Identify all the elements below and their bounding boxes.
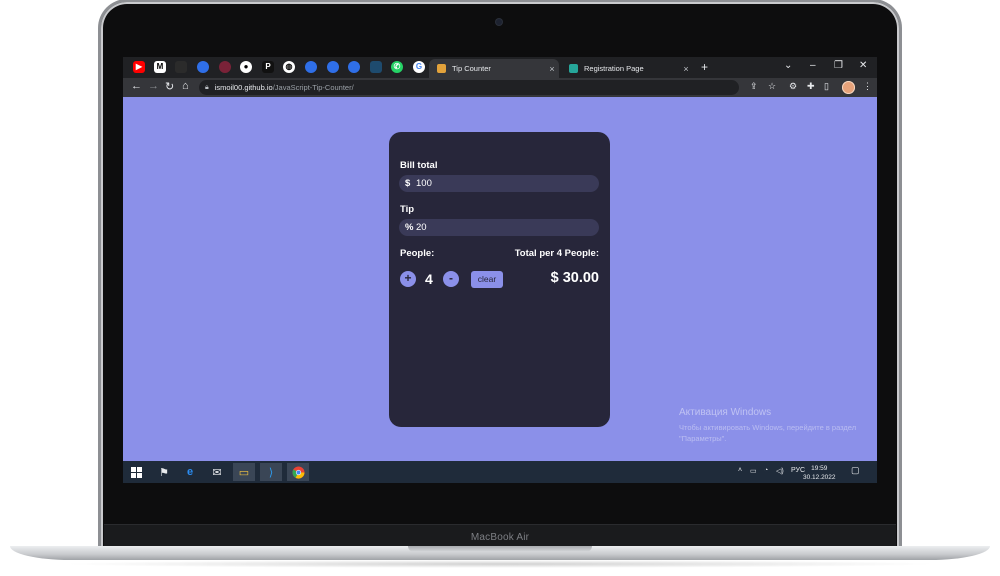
pinned-tab-icon[interactable]: P (262, 61, 274, 73)
extension-icon[interactable]: ⚙ (789, 81, 797, 92)
side-panel-icon[interactable]: ▯ (824, 81, 829, 92)
wifi-icon[interactable]: ◔ (764, 467, 768, 474)
dollar-symbol: $ (405, 178, 411, 189)
bookmark-star-icon[interactable]: ☆ (768, 81, 776, 92)
address-bar[interactable]: 🔒︎ ismoil00.github.io /JavaScript-Tip-Co… (199, 80, 739, 95)
tip-label: Tip (400, 204, 415, 215)
lock-icon: 🔒︎ (205, 83, 209, 91)
percent-symbol: % (405, 222, 414, 233)
google-pinned-tab-icon[interactable]: G (413, 61, 425, 73)
whatsapp-pinned-tab-icon[interactable]: ✆ (391, 61, 403, 73)
laptop-shadow (60, 560, 940, 568)
bill-total-input[interactable] (416, 178, 586, 189)
tab-registration-page[interactable]: Registration Page × (561, 59, 693, 78)
url-path: /JavaScript-Tip-Counter/ (272, 83, 354, 92)
total-per-person-value: $ 30.00 (550, 270, 599, 286)
edge-icon[interactable]: e (179, 463, 201, 481)
battery-icon[interactable]: ▭ (750, 467, 757, 475)
home-icon[interactable]: ⌂ (182, 80, 189, 92)
tray-chevron-icon[interactable]: ˄ (738, 467, 742, 474)
tab-close-icon[interactable]: × (679, 64, 693, 74)
share-icon[interactable]: ⇪ (750, 81, 758, 92)
people-label: People: (400, 248, 435, 259)
tab-search-icon[interactable]: ⌄ (784, 60, 792, 71)
bill-total-field[interactable]: $ (399, 175, 599, 192)
forward-icon[interactable]: → (148, 80, 159, 92)
pinned-tab-icon[interactable] (219, 61, 231, 73)
volume-icon[interactable]: ◁) (776, 467, 784, 475)
clock-time: 19:59 (811, 465, 828, 472)
clear-button[interactable]: clear (471, 271, 503, 288)
url-host: ismoil00.github.io (214, 83, 273, 92)
windows-activation-text: Чтобы активировать Windows, перейдите в … (679, 423, 857, 443)
webcam (496, 19, 502, 25)
tip-field[interactable]: % (399, 219, 599, 236)
clock-date: 30.12.2022 (803, 474, 836, 481)
back-icon[interactable]: ← (131, 80, 142, 92)
laptop-hinge-notch (408, 546, 592, 552)
registration-favicon-icon (569, 64, 578, 73)
tab-title: Tip Counter (452, 64, 491, 73)
file-explorer-icon[interactable]: ▭ (233, 463, 255, 481)
close-window-button[interactable]: ✕ (859, 60, 867, 71)
profile-avatar[interactable] (842, 81, 855, 94)
tip-input[interactable] (416, 222, 586, 233)
reload-icon[interactable]: ↻ (165, 80, 174, 93)
tip-counter-favicon-icon (437, 64, 446, 73)
tab-title: Registration Page (584, 64, 644, 73)
tip-counter-card: Bill total $ Tip % People: Total per 4 P… (389, 132, 610, 427)
browser-tab-strip: ▶ M ● P ◍ ✆ G Tip Counter × Registration… (123, 57, 877, 78)
globe-pinned-tab-icon[interactable]: ◍ (283, 61, 295, 73)
vscode-icon[interactable]: ⟩ (260, 463, 282, 481)
notification-icon[interactable]: ▢ (851, 465, 860, 476)
browser-pinned-tab-icon[interactable] (327, 61, 339, 73)
github-pinned-tab-icon[interactable]: ● (240, 61, 252, 73)
bill-total-label: Bill total (400, 160, 438, 171)
tab-close-icon[interactable]: × (545, 64, 559, 74)
windows-taskbar: ⚑ e ✉ ▭ ⟩ ˄ ▭ ◔ ◁) РУС 19:59 30.12.2022 … (123, 461, 877, 483)
pinned-tab-icon[interactable] (175, 61, 187, 73)
puzzle-extensions-icon[interactable]: ✚ (807, 81, 815, 92)
menu-kebab-icon[interactable]: ⋮ (863, 81, 872, 92)
screen: ▶ M ● P ◍ ✆ G Tip Counter × Registration… (123, 57, 877, 483)
minimize-button[interactable]: – (810, 60, 816, 71)
medium-pinned-tab-icon[interactable]: M (154, 61, 166, 73)
decrement-people-button[interactable]: - (443, 271, 459, 287)
browser-pinned-tab-icon[interactable] (348, 61, 360, 73)
browser-pinned-tab-icon[interactable] (197, 61, 209, 73)
browser-pinned-tab-icon[interactable] (305, 61, 317, 73)
new-tab-button[interactable]: + (701, 60, 708, 74)
youtube-pinned-tab-icon[interactable]: ▶ (133, 61, 145, 73)
device-brand-label: MacBook Air (470, 531, 530, 543)
total-per-people-label: Total per 4 People: (514, 248, 599, 259)
restore-button[interactable]: ❐ (834, 60, 843, 71)
app-icon[interactable]: ⚑ (153, 463, 175, 481)
page-background: Bill total $ Tip % People: Total per 4 P… (123, 97, 877, 461)
browser-toolbar: ← → ↻ ⌂ 🔒︎ ismoil00.github.io /JavaScrip… (123, 78, 877, 97)
taskbar-clock[interactable]: 19:59 30.12.2022 (803, 464, 836, 482)
mail-icon[interactable]: ✉ (206, 463, 228, 481)
tab-tip-counter[interactable]: Tip Counter × (429, 59, 559, 78)
chrome-icon[interactable] (287, 463, 309, 481)
windows-start-icon[interactable] (125, 463, 147, 481)
windows-activation-title: Активация Windows (679, 407, 772, 418)
people-count: 4 (425, 271, 433, 287)
pinned-tab-icon[interactable] (370, 61, 382, 73)
increment-people-button[interactable]: + (400, 271, 416, 287)
